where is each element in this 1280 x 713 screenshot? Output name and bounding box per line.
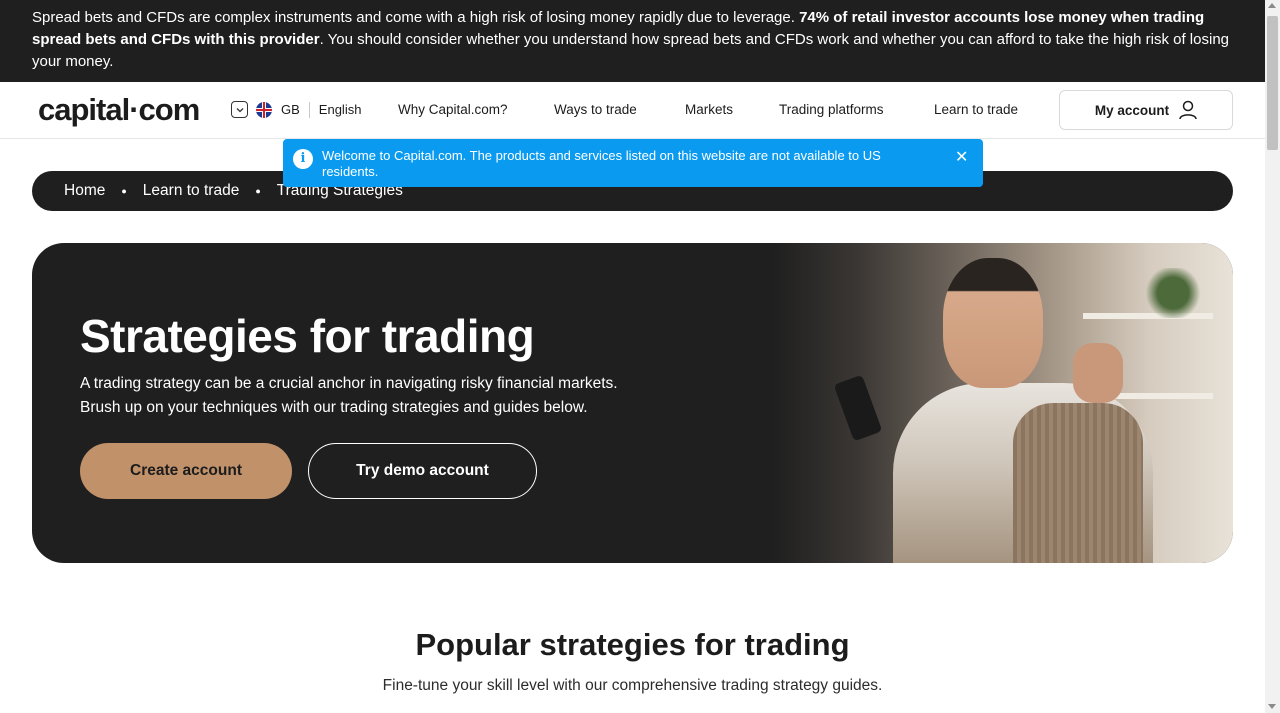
hero-description-line-2: Brush up on your techniques with our tra… xyxy=(80,399,588,416)
risk-warning-banner: Spread bets and CFDs are complex instrum… xyxy=(0,0,1265,82)
breadcrumb-separator: ● xyxy=(255,186,261,196)
site-header: capital·com GB English Why Capital.com? … xyxy=(0,82,1265,139)
my-account-button[interactable]: My account xyxy=(1059,90,1233,130)
capital-com-logo[interactable]: capital·com xyxy=(38,92,200,128)
section-subtitle: Fine-tune your skill level with our comp… xyxy=(382,677,883,694)
nav-ways-to-trade[interactable]: Ways to trade xyxy=(554,102,637,117)
user-icon xyxy=(1179,100,1197,120)
region-language-selector[interactable]: GB English xyxy=(231,101,361,118)
breadcrumb-separator: ● xyxy=(121,186,127,196)
us-residents-notice: i Welcome to Capital.com. The products a… xyxy=(283,139,983,187)
hero-description-line-1: A trading strategy can be a crucial anch… xyxy=(80,375,618,392)
notice-text: Welcome to Capital.com. The products and… xyxy=(322,148,881,179)
my-account-label: My account xyxy=(1094,102,1170,118)
language-label[interactable]: English xyxy=(319,102,362,117)
nav-trading-platforms[interactable]: Trading platforms xyxy=(779,102,884,117)
hero-title: Strategies for trading xyxy=(80,310,535,362)
breadcrumb-learn-to-trade[interactable]: Learn to trade xyxy=(143,182,240,200)
section-title: Popular strategies for trading xyxy=(415,627,850,662)
risk-warning-text: Spread bets and CFDs are complex instrum… xyxy=(32,9,800,26)
create-account-button[interactable]: Create account xyxy=(80,443,292,499)
nav-why-capital[interactable]: Why Capital.com? xyxy=(398,102,508,117)
scroll-thumb[interactable] xyxy=(1267,16,1278,150)
hero-description: A trading strategy can be a crucial anch… xyxy=(80,372,720,420)
nav-markets[interactable]: Markets xyxy=(685,102,733,117)
scroll-down-arrow-icon[interactable] xyxy=(1268,704,1276,709)
uk-flag-icon xyxy=(256,101,272,118)
region-code[interactable]: GB xyxy=(281,102,300,117)
hero-banner: Strategies for trading A trading strateg… xyxy=(32,243,1233,563)
breadcrumb-home[interactable]: Home xyxy=(64,182,105,200)
scroll-up-arrow-icon[interactable] xyxy=(1268,3,1276,8)
page-scrollbar[interactable] xyxy=(1265,0,1280,713)
info-icon: i xyxy=(293,149,313,169)
try-demo-account-button[interactable]: Try demo account xyxy=(308,443,537,499)
hero-photo xyxy=(773,243,1233,563)
close-icon[interactable]: ✕ xyxy=(955,150,968,166)
divider xyxy=(308,101,310,118)
nav-learn-to-trade[interactable]: Learn to trade xyxy=(934,102,1018,117)
chevron-down-icon[interactable] xyxy=(231,101,248,118)
